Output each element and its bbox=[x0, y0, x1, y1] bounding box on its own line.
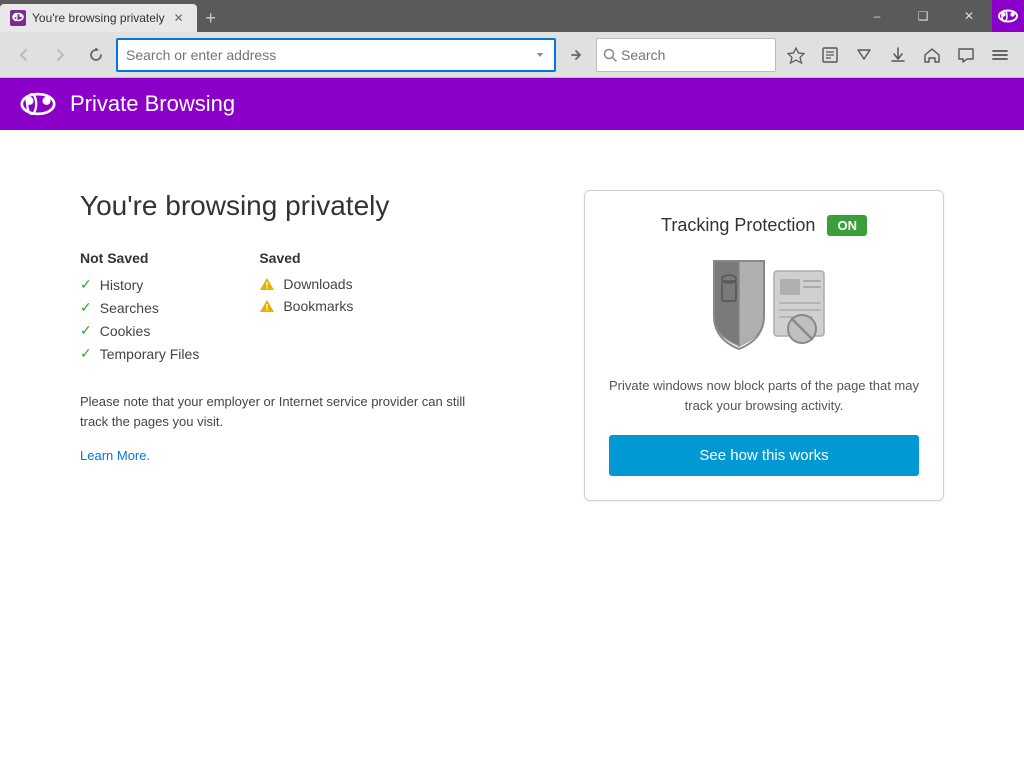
tab-title: You're browsing privately bbox=[32, 11, 165, 25]
check-icon: ✓ bbox=[80, 299, 92, 316]
private-mode-indicator bbox=[992, 0, 1024, 32]
not-saved-header: Not Saved bbox=[80, 250, 199, 266]
card-header: Tracking Protection ON bbox=[609, 215, 919, 236]
search-input[interactable] bbox=[621, 47, 721, 63]
search-bar[interactable] bbox=[596, 38, 776, 72]
item-label: Downloads bbox=[283, 276, 352, 292]
toolbar-icons bbox=[780, 39, 1016, 71]
warning-icon: ! bbox=[259, 298, 275, 314]
tracking-status-badge: ON bbox=[827, 215, 867, 236]
list-item: ✓ Searches bbox=[80, 299, 199, 316]
menu-icon[interactable] bbox=[984, 39, 1016, 71]
list-item: ! Bookmarks bbox=[259, 298, 353, 314]
minimize-button[interactable]: – bbox=[854, 0, 900, 32]
refresh-button[interactable] bbox=[80, 39, 112, 71]
navigate-button[interactable] bbox=[560, 39, 592, 71]
back-button[interactable] bbox=[8, 39, 40, 71]
address-dropdown-button[interactable] bbox=[530, 45, 550, 65]
warning-icon: ! bbox=[259, 276, 275, 292]
address-bar[interactable] bbox=[116, 38, 556, 72]
item-label: Searches bbox=[100, 300, 159, 316]
item-label: History bbox=[100, 277, 144, 293]
tab-strip: You're browsing privately ✕ + bbox=[0, 0, 854, 32]
tab-favicon bbox=[10, 10, 26, 26]
forward-button[interactable] bbox=[44, 39, 76, 71]
list-item: ✓ History bbox=[80, 276, 199, 293]
address-input[interactable] bbox=[122, 47, 530, 63]
info-columns: Not Saved ✓ History ✓ Searches ✓ Cookies bbox=[80, 250, 480, 368]
new-tab-button[interactable]: + bbox=[197, 4, 225, 32]
page-heading: You're browsing privately bbox=[80, 190, 480, 222]
tab-close-button[interactable]: ✕ bbox=[171, 10, 187, 26]
downloads-icon[interactable] bbox=[882, 39, 914, 71]
navigation-bar bbox=[0, 32, 1024, 78]
disclaimer-text: Please note that your employer or Intern… bbox=[80, 392, 480, 431]
learn-more-link[interactable]: Learn More. bbox=[80, 448, 150, 463]
tracking-protection-card: Tracking Protection ON bbox=[584, 190, 944, 501]
see-how-button[interactable]: See how this works bbox=[609, 435, 919, 476]
check-icon: ✓ bbox=[80, 322, 92, 339]
saved-list: ! Downloads ! Bookmarks bbox=[259, 276, 353, 314]
active-tab[interactable]: You're browsing privately ✕ bbox=[0, 4, 197, 32]
saved-header: Saved bbox=[259, 250, 353, 266]
search-icon bbox=[603, 48, 617, 62]
maximize-button[interactable]: ❑ bbox=[900, 0, 946, 32]
check-icon: ✓ bbox=[80, 276, 92, 293]
favorites-icon[interactable] bbox=[780, 39, 812, 71]
not-saved-column: Not Saved ✓ History ✓ Searches ✓ Cookies bbox=[80, 250, 199, 368]
private-browsing-title: Private Browsing bbox=[70, 91, 235, 117]
title-bar: You're browsing privately ✕ + – ❑ ✕ bbox=[0, 0, 1024, 32]
reading-list-icon[interactable] bbox=[814, 39, 846, 71]
mask-icon bbox=[20, 86, 56, 122]
private-browsing-header: Private Browsing bbox=[0, 78, 1024, 130]
main-content: You're browsing privately Not Saved ✓ Hi… bbox=[0, 130, 1024, 768]
tracking-protection-title: Tracking Protection bbox=[661, 215, 815, 236]
list-item: ! Downloads bbox=[259, 276, 353, 292]
item-label: Bookmarks bbox=[283, 298, 353, 314]
shield-graphic bbox=[684, 251, 844, 361]
home-icon[interactable] bbox=[916, 39, 948, 71]
close-button[interactable]: ✕ bbox=[946, 0, 992, 32]
chat-icon[interactable] bbox=[950, 39, 982, 71]
list-item: ✓ Temporary Files bbox=[80, 345, 199, 362]
left-panel: You're browsing privately Not Saved ✓ Hi… bbox=[80, 190, 480, 465]
not-saved-list: ✓ History ✓ Searches ✓ Cookies ✓ Tempora… bbox=[80, 276, 199, 362]
item-label: Cookies bbox=[100, 323, 151, 339]
window-controls: – ❑ ✕ bbox=[854, 0, 1024, 32]
check-icon: ✓ bbox=[80, 345, 92, 362]
tracking-description: Private windows now block parts of the p… bbox=[609, 376, 919, 415]
saved-column: Saved ! Downloads bbox=[259, 250, 353, 368]
list-item: ✓ Cookies bbox=[80, 322, 199, 339]
svg-text:!: ! bbox=[266, 303, 269, 313]
item-label: Temporary Files bbox=[100, 346, 200, 362]
pocket-icon[interactable] bbox=[848, 39, 880, 71]
shield-graphic-area bbox=[609, 256, 919, 356]
svg-text:!: ! bbox=[266, 281, 269, 291]
